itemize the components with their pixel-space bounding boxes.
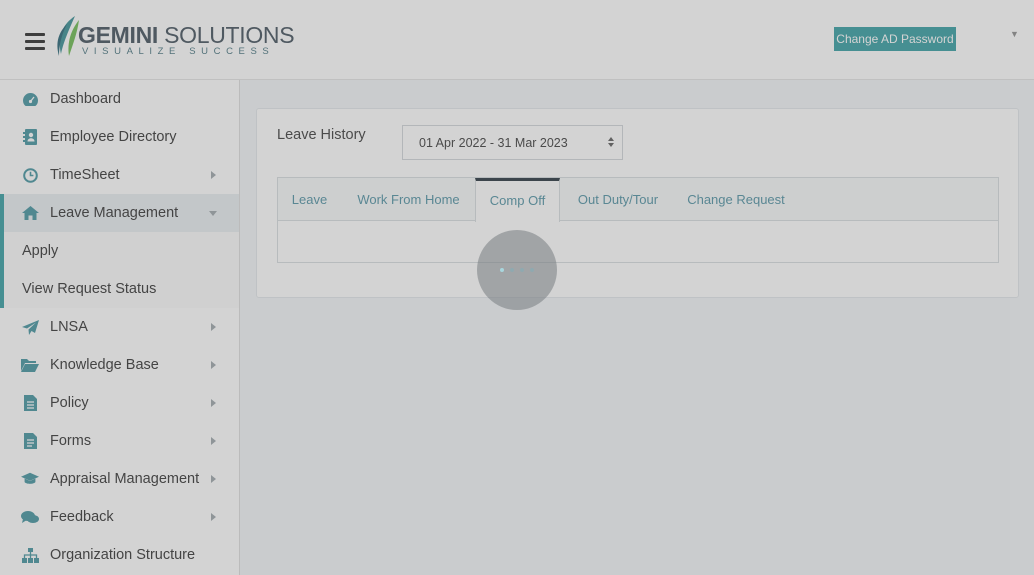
loading-spinner-icon	[477, 230, 557, 310]
